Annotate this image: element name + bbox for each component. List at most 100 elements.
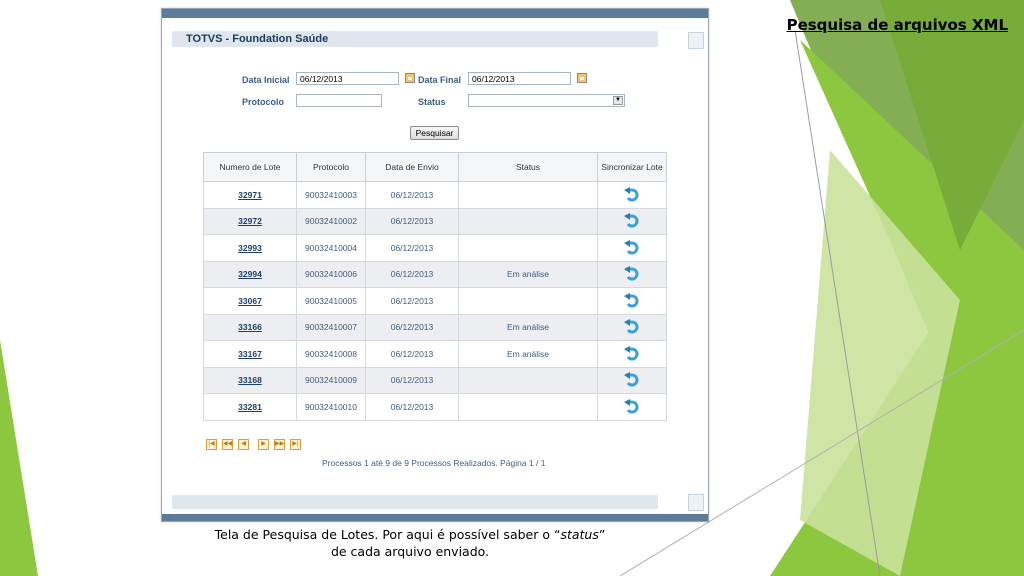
data-final-label: Data Final: [418, 75, 462, 85]
data-cell: 06/12/2013: [365, 313, 459, 341]
chevron-down-icon: ▼: [613, 96, 623, 105]
table-row: 33067 90032410005 06/12/2013: [203, 287, 667, 315]
lote-cell: 33167: [203, 340, 297, 368]
data-cell: 06/12/2013: [365, 393, 459, 421]
lote-cell: 32993: [203, 234, 297, 262]
status-cell: Em análise: [458, 313, 598, 341]
protocolo-cell: 90032410005: [296, 287, 366, 315]
status-cell: [458, 181, 598, 209]
lote-link[interactable]: 32993: [238, 243, 262, 253]
previous-block-icon[interactable]: ◀◀: [222, 439, 233, 450]
sync-cell: [597, 260, 667, 288]
lote-link[interactable]: 32971: [238, 190, 262, 200]
slide-caption: Tela de Pesquisa de Lotes. Por aqui é po…: [180, 526, 640, 560]
header-toggle-button[interactable]: [688, 32, 704, 49]
data-inicial-label: Data Inicial: [242, 75, 290, 85]
data-cell: 06/12/2013: [365, 207, 459, 235]
calendar-icon[interactable]: [577, 73, 587, 83]
column-header-lote: Numero de Lote: [203, 152, 297, 182]
table-row: 33168 90032410009 06/12/2013: [203, 366, 667, 394]
sync-cell: [597, 393, 667, 421]
protocolo-cell: 90032410004: [296, 234, 366, 262]
lote-link[interactable]: 33166: [238, 322, 262, 332]
lote-cell: 32971: [203, 181, 297, 209]
data-cell: 06/12/2013: [365, 234, 459, 262]
footer-toggle-button[interactable]: [688, 494, 704, 511]
sync-icon[interactable]: [623, 345, 641, 361]
protocolo-cell: 90032410009: [296, 366, 366, 394]
status-cell: [458, 234, 598, 262]
status-cell: [458, 207, 598, 235]
protocolo-cell: 90032410006: [296, 260, 366, 288]
lote-link[interactable]: 33067: [238, 296, 262, 306]
table-header-row: Numero de Lote Protocolo Data de Envio S…: [203, 152, 667, 182]
lote-cell: 33166: [203, 313, 297, 341]
app-header: TOTVS - Foundation Saúde: [172, 31, 658, 47]
last-page-icon[interactable]: ▶|: [290, 439, 301, 450]
calendar-icon[interactable]: [405, 73, 415, 83]
caption-text: Tela de Pesquisa de Lotes. Por aqui é po…: [214, 527, 561, 542]
lote-link[interactable]: 33168: [238, 375, 262, 385]
lote-link[interactable]: 32972: [238, 216, 262, 226]
left-green-shape: [0, 340, 38, 576]
status-cell: Em análise: [458, 340, 598, 368]
next-page-icon[interactable]: ▶: [258, 439, 269, 450]
sync-icon[interactable]: [623, 292, 641, 308]
next-block-icon[interactable]: ▶▶: [274, 439, 285, 450]
lote-link[interactable]: 33281: [238, 402, 262, 412]
previous-page-icon[interactable]: ◀: [238, 439, 249, 450]
data-cell: 06/12/2013: [365, 260, 459, 288]
slide-title: Pesquisa de arquivos XML: [786, 16, 1008, 34]
pesquisar-button[interactable]: Pesquisar: [410, 126, 459, 140]
first-page-icon[interactable]: |◀: [206, 439, 217, 450]
caption-line-2: de cada arquivo enviado.: [330, 544, 490, 559]
protocolo-input[interactable]: [296, 94, 382, 107]
app-footer: [172, 495, 658, 509]
protocolo-label: Protocolo: [242, 97, 284, 107]
sync-icon[interactable]: [623, 319, 641, 334]
data-cell: 06/12/2013: [365, 287, 459, 315]
sync-cell: [597, 181, 667, 209]
lote-link[interactable]: 33167: [238, 349, 262, 359]
lote-cell: 33168: [203, 366, 297, 394]
window-top-bar: [162, 9, 708, 18]
data-cell: 06/12/2013: [365, 366, 459, 394]
table-row: 33281 90032410010 06/12/2013: [203, 393, 667, 421]
app-window: TOTVS - Foundation Saúde Data Inicial 06…: [161, 8, 709, 522]
protocolo-cell: 90032410002: [296, 207, 366, 235]
status-select[interactable]: ▼: [468, 94, 625, 107]
sync-icon[interactable]: [623, 186, 641, 202]
data-final-input[interactable]: 06/12/2013: [468, 72, 571, 85]
lote-link[interactable]: 32994: [238, 269, 262, 279]
protocolo-cell: 90032410003: [296, 181, 366, 209]
column-header-protocolo: Protocolo: [296, 152, 366, 182]
sync-cell: [597, 340, 667, 368]
protocolo-cell: 90032410008: [296, 340, 366, 368]
lote-cell: 32994: [203, 260, 297, 288]
sync-cell: [597, 207, 667, 235]
protocolo-cell: 90032410007: [296, 313, 366, 341]
table-row: 32994 90032410006 06/12/2013 Em análise: [203, 260, 667, 288]
data-cell: 06/12/2013: [365, 340, 459, 368]
sync-icon[interactable]: [623, 213, 641, 228]
sync-cell: [597, 287, 667, 315]
protocolo-cell: 90032410010: [296, 393, 366, 421]
status-cell: [458, 366, 598, 394]
sync-cell: [597, 366, 667, 394]
sync-icon[interactable]: [623, 266, 641, 281]
sync-cell: [597, 234, 667, 262]
status-label: Status: [418, 97, 446, 107]
sync-icon[interactable]: [623, 372, 641, 387]
caption-emphasis: status: [560, 527, 599, 542]
status-cell: [458, 393, 598, 421]
table-row: 33167 90032410008 06/12/2013 Em análise: [203, 340, 667, 368]
column-header-status: Status: [458, 152, 598, 182]
sync-cell: [597, 313, 667, 341]
results-table: Numero de Lote Protocolo Data de Envio S…: [203, 152, 667, 421]
caption-text-end: ”: [598, 527, 606, 542]
sync-icon[interactable]: [623, 398, 641, 414]
sync-icon[interactable]: [623, 239, 641, 255]
column-header-sincronizar: Sincronizar Lote: [597, 152, 667, 182]
data-inicial-input[interactable]: 06/12/2013: [296, 72, 399, 85]
lote-cell: 32972: [203, 207, 297, 235]
